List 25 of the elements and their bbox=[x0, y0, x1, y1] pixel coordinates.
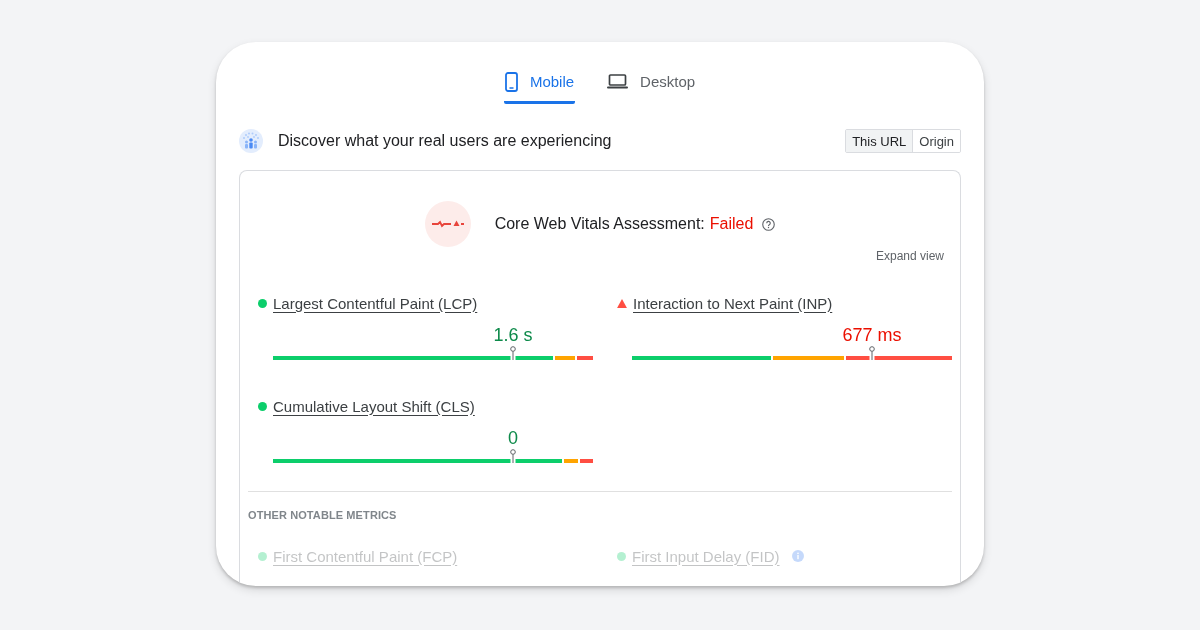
scope-option[interactable]: Origin bbox=[912, 130, 960, 152]
metric-value: 1.6 s bbox=[493, 325, 533, 346]
metric-link[interactable]: Largest Contentful Paint (LCP) bbox=[273, 294, 478, 312]
laptop-icon bbox=[607, 74, 629, 89]
status-dot-icon bbox=[258, 551, 267, 561]
assessment-label: Core Web Vitals Assessment: bbox=[494, 215, 705, 233]
metric-value: 0 bbox=[508, 428, 518, 449]
warning-triangle-icon bbox=[617, 298, 627, 308]
metric-value: 677 ms bbox=[842, 325, 902, 346]
device-tab[interactable]: Desktop bbox=[606, 62, 697, 104]
waveform-icon bbox=[424, 201, 471, 247]
status-dot-icon bbox=[258, 401, 267, 411]
assessment-result: Failed bbox=[709, 215, 754, 233]
phone-icon bbox=[504, 71, 518, 92]
status-dot-icon bbox=[617, 551, 626, 561]
metric-link[interactable]: Interaction to Next Paint (INP) bbox=[633, 294, 833, 312]
status-dot-icon bbox=[258, 298, 267, 308]
metric-link[interactable]: Cumulative Layout Shift (CLS) bbox=[273, 397, 475, 415]
expand-view-link[interactable]: Expand view bbox=[875, 249, 944, 263]
help-icon[interactable] bbox=[762, 217, 776, 231]
device-tab[interactable]: Mobile bbox=[503, 62, 576, 104]
people-circle-icon bbox=[239, 129, 263, 153]
scope-option[interactable]: This URL bbox=[846, 130, 913, 152]
section-heading: OTHER NOTABLE METRICS bbox=[248, 509, 397, 521]
section-title: Discover what your real users are experiencing bbox=[278, 132, 612, 150]
